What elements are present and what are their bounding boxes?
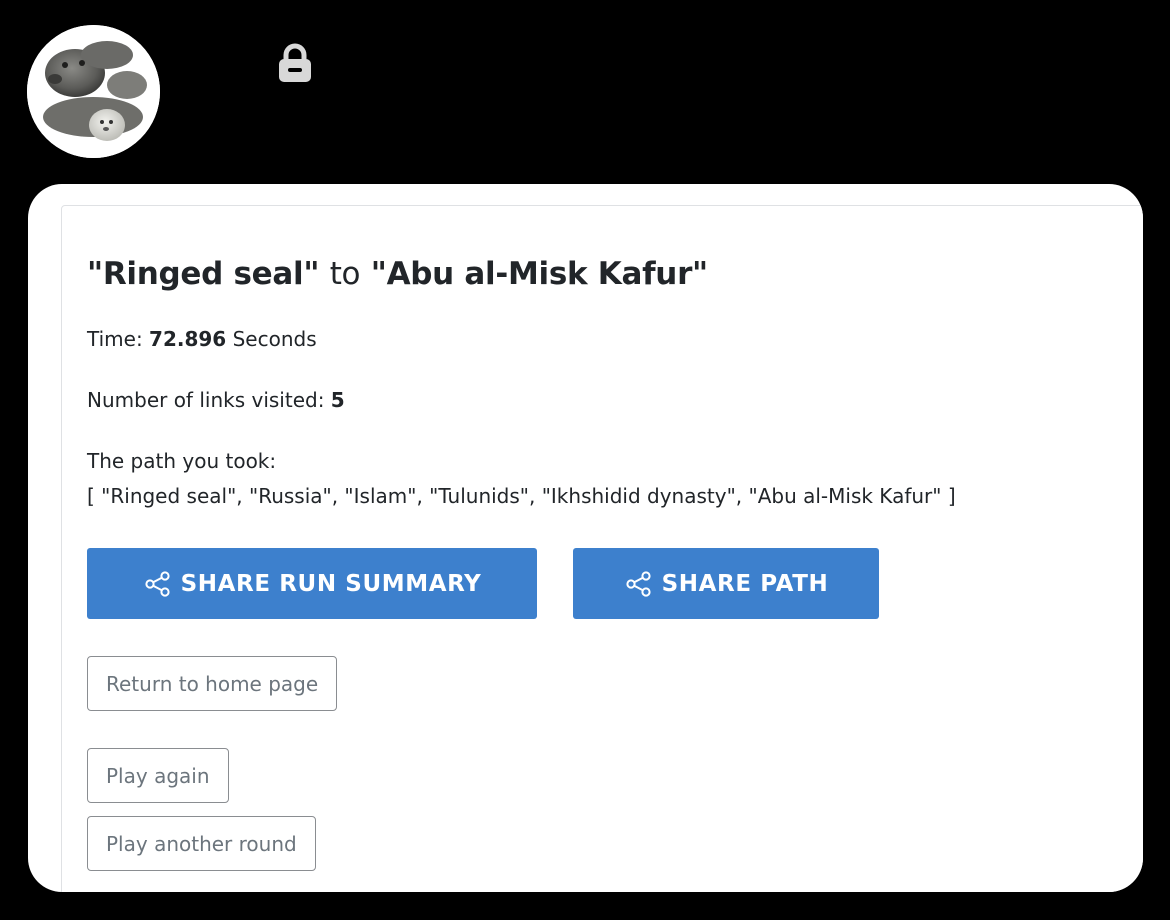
run-summary-card: "Ringed seal" to "Abu al-Misk Kafur" Tim… — [61, 205, 1143, 892]
page-title: "Ringed seal" to "Abu al-Misk Kafur" — [87, 256, 708, 292]
share-icon — [144, 570, 170, 597]
lock-icon — [279, 43, 311, 82]
path-value: [ "Ringed seal", "Russia", "Islam", "Tul… — [87, 484, 956, 508]
share-run-summary-label: SHARE RUN SUMMARY — [180, 570, 482, 597]
ringed-seal-photo — [27, 25, 160, 158]
title-start-article: "Ringed seal" — [87, 256, 320, 292]
path-label: The path you took: — [87, 449, 277, 473]
avatar[interactable] — [27, 25, 160, 158]
return-home-button[interactable]: Return to home page — [87, 656, 338, 711]
time-label: Time: — [87, 327, 150, 351]
title-target-article: "Abu al-Misk Kafur" — [370, 256, 708, 292]
share-icon — [626, 570, 651, 597]
results-panel: "Ringed seal" to "Abu al-Misk Kafur" Tim… — [28, 184, 1143, 892]
links-visited-value: 5 — [330, 388, 345, 412]
share-path-label: SHARE PATH — [661, 570, 829, 597]
share-run-summary-button[interactable]: SHARE RUN SUMMARY — [87, 548, 537, 619]
play-again-button[interactable]: Play again — [87, 748, 229, 803]
time-line: Time: 72.896 Seconds — [87, 327, 317, 351]
time-unit: Seconds — [226, 327, 317, 351]
play-another-round-button[interactable]: Play another round — [87, 816, 316, 871]
time-value: 72.896 — [149, 327, 227, 351]
title-to-word: to — [329, 256, 361, 292]
links-visited-line: Number of links visited: 5 — [87, 388, 345, 412]
links-visited-label: Number of links visited: — [87, 388, 331, 412]
share-path-button[interactable]: SHARE PATH — [573, 548, 879, 619]
